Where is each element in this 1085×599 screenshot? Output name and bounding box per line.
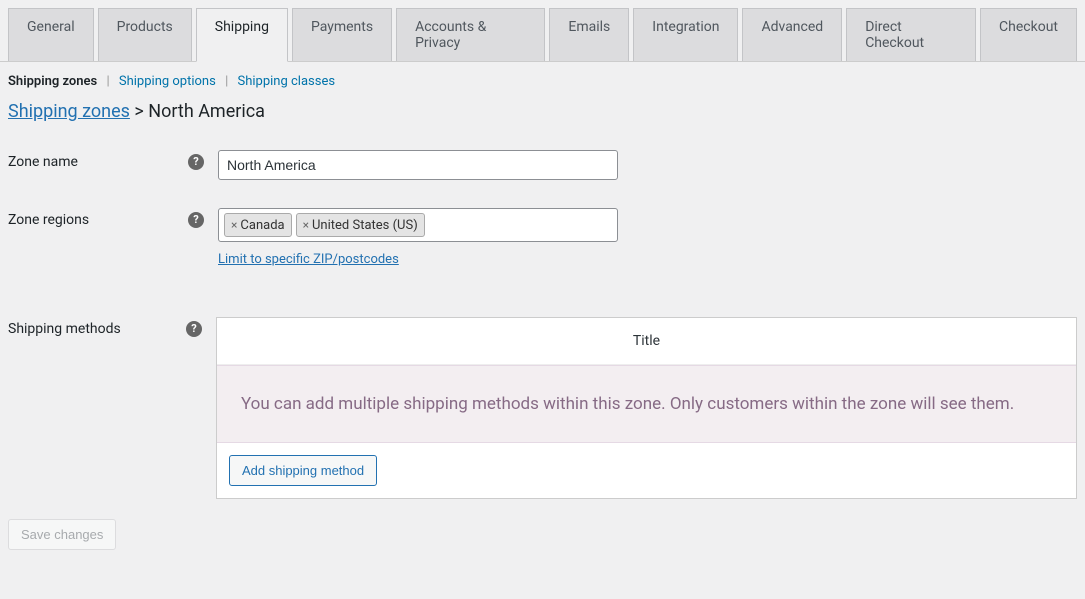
tab-emails[interactable]: Emails [549, 8, 629, 61]
subtab-shipping-classes[interactable]: Shipping classes [237, 74, 335, 89]
empty-methods-message: You can add multiple shipping methods wi… [217, 365, 1076, 443]
zone-regions-row: Zone regions ? × Canada × United States … [0, 200, 1085, 287]
tab-advanced[interactable]: Advanced [742, 8, 842, 61]
add-shipping-method-button[interactable]: Add shipping method [229, 455, 377, 486]
region-tag: × United States (US) [296, 213, 425, 237]
zone-name-input[interactable] [218, 150, 618, 180]
tab-shipping[interactable]: Shipping [196, 8, 288, 62]
subtab-shipping-options[interactable]: Shipping options [119, 74, 216, 89]
breadcrumb-current: North America [148, 101, 265, 122]
tab-accounts-privacy[interactable]: Accounts & Privacy [396, 8, 545, 61]
region-tag: × Canada [224, 213, 292, 237]
save-changes-button[interactable]: Save changes [8, 519, 116, 550]
shipping-subtabs: Shipping zones | Shipping options | Ship… [0, 62, 1085, 101]
limit-zip-link[interactable]: Limit to specific ZIP/postcodes [218, 252, 399, 267]
help-icon[interactable]: ? [188, 212, 204, 228]
breadcrumb: Shipping zones > North America [0, 101, 1085, 142]
breadcrumb-separator: > [134, 101, 143, 122]
region-tag-label: United States (US) [312, 218, 418, 233]
tab-checkout[interactable]: Checkout [980, 8, 1077, 61]
settings-tabs: General Products Shipping Payments Accou… [0, 0, 1085, 62]
tab-payments[interactable]: Payments [292, 8, 392, 61]
tab-direct-checkout[interactable]: Direct Checkout [846, 8, 976, 61]
table-column-title: Title [217, 318, 1076, 365]
zone-name-row: Zone name ? [0, 142, 1085, 200]
breadcrumb-parent-link[interactable]: Shipping zones [8, 101, 130, 122]
tab-general[interactable]: General [8, 8, 94, 61]
region-tag-label: Canada [240, 218, 284, 233]
tab-integration[interactable]: Integration [633, 8, 738, 61]
zone-regions-label: Zone regions [8, 212, 89, 228]
zone-regions-input[interactable]: × Canada × United States (US) [218, 208, 618, 242]
shipping-methods-row: Shipping methods ? Title You can add mul… [0, 287, 1085, 507]
shipping-methods-label: Shipping methods [8, 321, 121, 337]
help-icon[interactable]: ? [186, 321, 202, 337]
remove-icon[interactable]: × [231, 218, 237, 232]
subtab-shipping-zones[interactable]: Shipping zones [8, 74, 97, 89]
remove-icon[interactable]: × [303, 218, 309, 232]
tab-products[interactable]: Products [98, 8, 192, 61]
zone-name-label: Zone name [8, 154, 78, 170]
help-icon[interactable]: ? [188, 154, 204, 170]
shipping-methods-table: Title You can add multiple shipping meth… [216, 317, 1077, 499]
